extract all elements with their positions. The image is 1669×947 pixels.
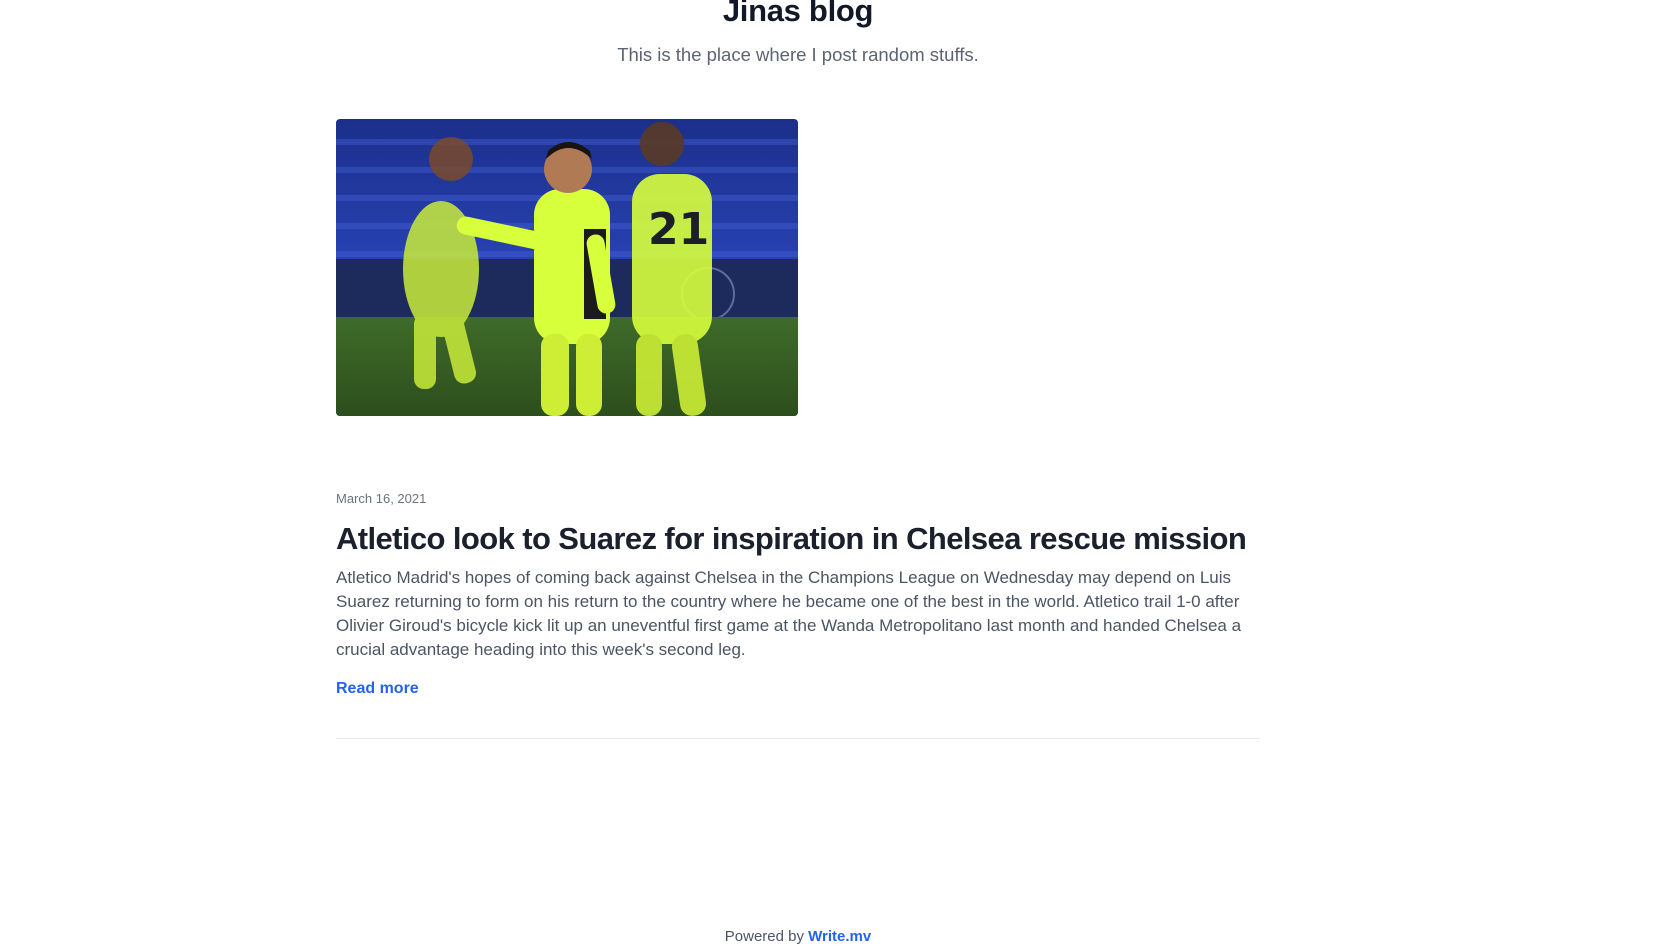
- post-card: 21 March 16, 2021 Atletico look to Suare…: [336, 119, 1260, 747]
- read-more-link[interactable]: Read more: [336, 680, 419, 698]
- post-title[interactable]: Atletico look to Suarez for inspiration …: [336, 521, 1260, 557]
- football-photo-illustration: 21: [336, 119, 798, 416]
- footer: Powered by Write.mv: [0, 928, 1596, 945]
- post-date: March 16, 2021: [336, 491, 427, 506]
- footer-writemv-link[interactable]: Write.mv: [808, 928, 871, 945]
- post-excerpt: Atletico Madrid's hopes of coming back a…: [336, 567, 1242, 659]
- post-featured-image[interactable]: 21: [336, 119, 798, 416]
- svg-text:21: 21: [648, 204, 709, 255]
- page: Jinas blog This is the place where I pos…: [0, 0, 1669, 947]
- footer-powered-by: Powered by: [724, 928, 804, 945]
- blog-subtitle: This is the place where I post random st…: [617, 44, 979, 65]
- post-divider: [336, 737, 1260, 739]
- blog-title[interactable]: Jinas blog: [0, 0, 1596, 29]
